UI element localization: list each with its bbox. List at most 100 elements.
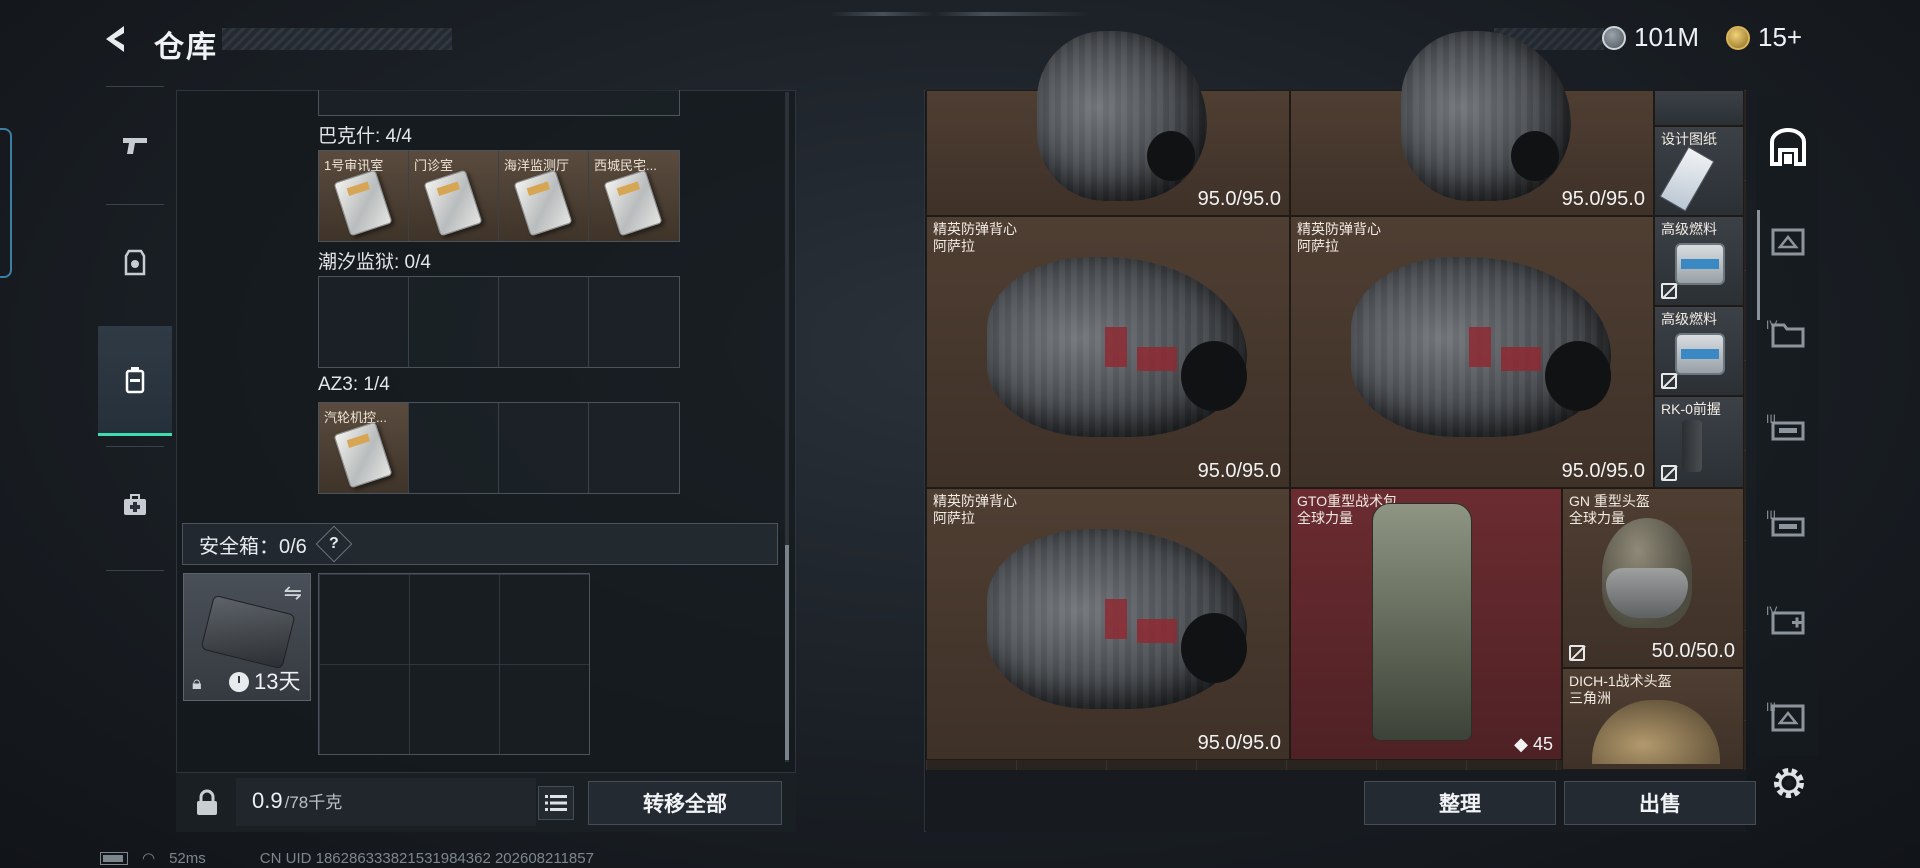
no-sell-icon [1661, 283, 1677, 299]
lock-toggle-button[interactable] [186, 782, 228, 824]
item-durability: 95.0/95.0 [1197, 460, 1281, 482]
vest-armhole [1511, 131, 1559, 181]
top-decoration [830, 12, 1090, 16]
sell-button[interactable]: 出售 [1564, 781, 1756, 825]
ammo-case-icon [1771, 517, 1805, 537]
stash-tab-4[interactable] [1762, 404, 1814, 456]
gold-coin-icon [1726, 25, 1750, 50]
stash-item-elite-vest[interactable]: 精英防弹背心 阿萨拉 95.0/95.0 [926, 216, 1290, 488]
stash-tab-7[interactable] [1762, 692, 1814, 744]
rifle-case-icon [1771, 421, 1805, 441]
keycard-icon [603, 169, 663, 237]
safe-case-grid[interactable] [318, 573, 590, 755]
empty-keycard-slot[interactable] [319, 277, 409, 367]
item-durability: 95.0/95.0 [1561, 188, 1645, 210]
left-scroll-thumb[interactable] [785, 545, 789, 760]
stash-tab-5[interactable] [1762, 500, 1814, 552]
uid-text: CN UID 1862863338215319843​62 2026082118… [259, 849, 594, 867]
empty-keycard-slot[interactable] [409, 277, 499, 367]
item-durability: 95.0/95.0 [1197, 732, 1281, 754]
side-drawer-tab[interactable] [0, 128, 12, 278]
keycard-name: 海洋监测厅 [504, 158, 570, 173]
keycard-name: 汽轮机控... [324, 410, 387, 425]
silver-currency[interactable]: 101M [1602, 22, 1699, 53]
vest-armhole [1181, 613, 1247, 683]
vest-armhole [1147, 131, 1195, 181]
clock-icon [229, 672, 249, 692]
item-brand: 全球力量 [1297, 510, 1353, 526]
item-brand: 阿萨拉 [933, 510, 975, 526]
transfer-all-button[interactable]: 转移全部 [588, 781, 782, 825]
stash-page-icon [1771, 228, 1805, 256]
item-name-text: GN 重型头盔 [1569, 493, 1650, 509]
rail-item-backpack[interactable] [98, 326, 172, 436]
back-arrow-icon[interactable] [98, 22, 132, 56]
item-brand: 阿萨拉 [1297, 238, 1339, 254]
keycard-slot[interactable]: 1号审讯室 [319, 151, 409, 241]
stash-item[interactable]: 95.0/95.0 [926, 31, 1290, 216]
keycard-section-label: 潮汐监狱: 0/4 [318, 252, 431, 273]
item-brand: 全球力量 [1569, 510, 1625, 526]
item-name: 精英防弹背心 阿萨拉 [1297, 221, 1381, 255]
no-sell-icon [1569, 645, 1585, 661]
empty-keycard-slot[interactable] [409, 403, 499, 493]
stash-item-fuel[interactable]: 高级燃料 [1654, 306, 1744, 396]
empty-keycard-slot[interactable] [589, 403, 679, 493]
keycard-slot[interactable]: 海洋监测厅 [499, 151, 589, 241]
status-bar: ◠ 52ms CN UID 1862863338215319843​62 202… [100, 848, 594, 868]
backpack-image [1372, 503, 1472, 741]
vest-stripe [1105, 327, 1127, 367]
stash-tab-main[interactable] [1762, 122, 1814, 174]
item-name: 高级燃料 [1661, 311, 1717, 327]
gold-currency[interactable]: 15+ [1726, 22, 1802, 53]
stash-rail-scroll[interactable] [1757, 210, 1760, 320]
keycard-grid-az3: 汽轮机控... [318, 402, 680, 494]
item-name-text: DICH-1战术头盔 [1569, 673, 1672, 689]
help-icon[interactable]: ? [315, 525, 353, 563]
keycard-slot[interactable]: 汽轮机控... [319, 403, 409, 493]
item-durability: 95.0/95.0 [1561, 460, 1645, 482]
page-title: 仓库 [154, 31, 218, 64]
stash-item[interactable] [1654, 90, 1744, 126]
empty-keycard-slot[interactable] [499, 277, 589, 367]
stash-item-fuel[interactable]: 高级燃料 [1654, 216, 1744, 306]
safe-case-slot[interactable]: ⇋ 🔒︎ 13天 [183, 573, 311, 701]
keycard-slot[interactable]: 西城民宅... [589, 151, 679, 241]
keycard-icon [333, 421, 393, 489]
settings-gear-icon[interactable] [1770, 764, 1808, 802]
grip-icon [1682, 420, 1702, 472]
safe-case-icon [200, 594, 296, 670]
stash-item[interactable]: 95.0/95.0 [1290, 31, 1654, 216]
title-stripe-decoration [222, 28, 452, 50]
item-durability: 50.0/50.0 [1651, 640, 1735, 662]
vest-stripe [1137, 619, 1177, 643]
safe-box-title: 安全箱：0/6 [199, 535, 307, 558]
rail-item-medical[interactable] [98, 450, 172, 560]
stash-item-elite-vest[interactable]: 精英防弹背心 阿萨拉 95.0/95.0 [1290, 216, 1654, 488]
rail-item-armor[interactable] [98, 208, 172, 318]
backpack-icon [125, 366, 145, 393]
safe-box-header: 安全箱：0/6 ? [182, 523, 778, 565]
stash-tab-2[interactable] [1762, 216, 1814, 268]
rail-item-weapons[interactable] [98, 90, 172, 200]
empty-keycard-slot[interactable] [589, 277, 679, 367]
item-name-text: 精英防弹背心 [933, 493, 1017, 509]
stash-tab-3[interactable] [1762, 308, 1814, 360]
helmet-visor [1606, 568, 1688, 618]
stash-tab-6[interactable] [1762, 596, 1814, 648]
fuel-can-icon [1675, 243, 1725, 285]
header: 仓库 101M 15+ [0, 0, 1920, 80]
item-name-text: 精英防弹背心 [1297, 221, 1381, 237]
vest-stripe [1501, 347, 1541, 371]
keycard-slot[interactable]: 门诊室 [409, 151, 499, 241]
organize-button[interactable]: 整理 [1364, 781, 1556, 825]
vest-stripe [1105, 599, 1127, 639]
stash-item-elite-vest[interactable]: 精英防弹背心 阿萨拉 95.0/95.0 [926, 488, 1290, 760]
list-view-button[interactable] [538, 786, 574, 820]
swap-icon[interactable]: ⇋ [284, 580, 302, 606]
battery-icon [100, 851, 128, 865]
keycard-name: 西城民宅... [594, 158, 657, 173]
empty-keycard-slot[interactable] [499, 403, 589, 493]
ping-text: 52ms [169, 849, 206, 867]
vest-stripe [1137, 347, 1177, 371]
